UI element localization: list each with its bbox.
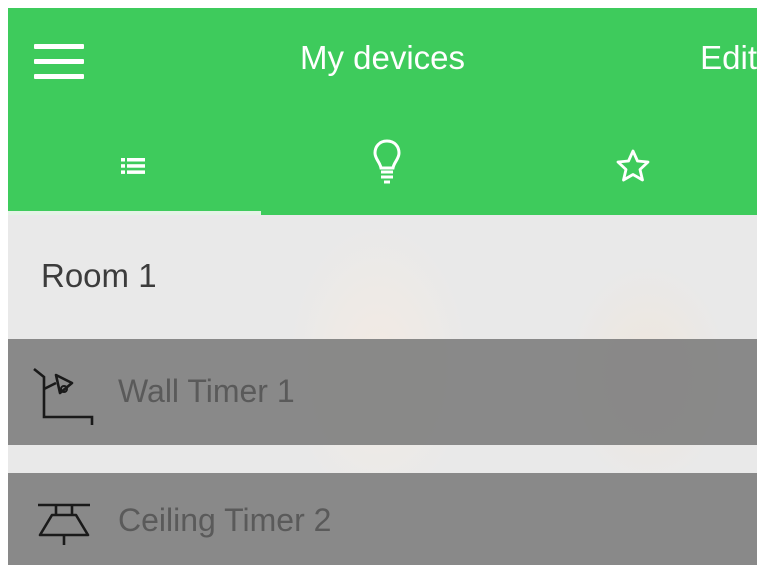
- list-icon: [121, 158, 145, 174]
- device-label: Wall Timer 1: [118, 373, 295, 409]
- room-title: Room 1: [41, 257, 157, 294]
- app-screen: My devices Edit Room 1 Wall Timer 1 Ceil…: [8, 8, 757, 565]
- tab-list[interactable]: [8, 112, 261, 215]
- device-row-ceiling-timer[interactable]: Ceiling Timer 2: [8, 473, 757, 565]
- device-row-wall-timer[interactable]: Wall Timer 1: [8, 339, 757, 445]
- room-header: Room 1: [8, 215, 757, 339]
- lightbulb-icon: [373, 139, 401, 184]
- tab-bulbs[interactable]: [258, 112, 508, 215]
- device-label: Ceiling Timer 2: [118, 502, 332, 538]
- ceiling-lamp-icon: [38, 503, 90, 545]
- wall-lamp-icon: [33, 367, 94, 425]
- header: My devices Edit: [8, 8, 757, 215]
- star-icon: [616, 149, 650, 182]
- device-list: Room 1 Wall Timer 1 Ceiling Timer 2: [8, 215, 757, 565]
- top-bar: My devices Edit: [8, 8, 757, 112]
- page-title: My devices: [299, 39, 466, 76]
- edit-button[interactable]: Edit: [700, 36, 757, 80]
- tab-favorites[interactable]: [508, 112, 757, 215]
- tab-bar: [8, 112, 757, 215]
